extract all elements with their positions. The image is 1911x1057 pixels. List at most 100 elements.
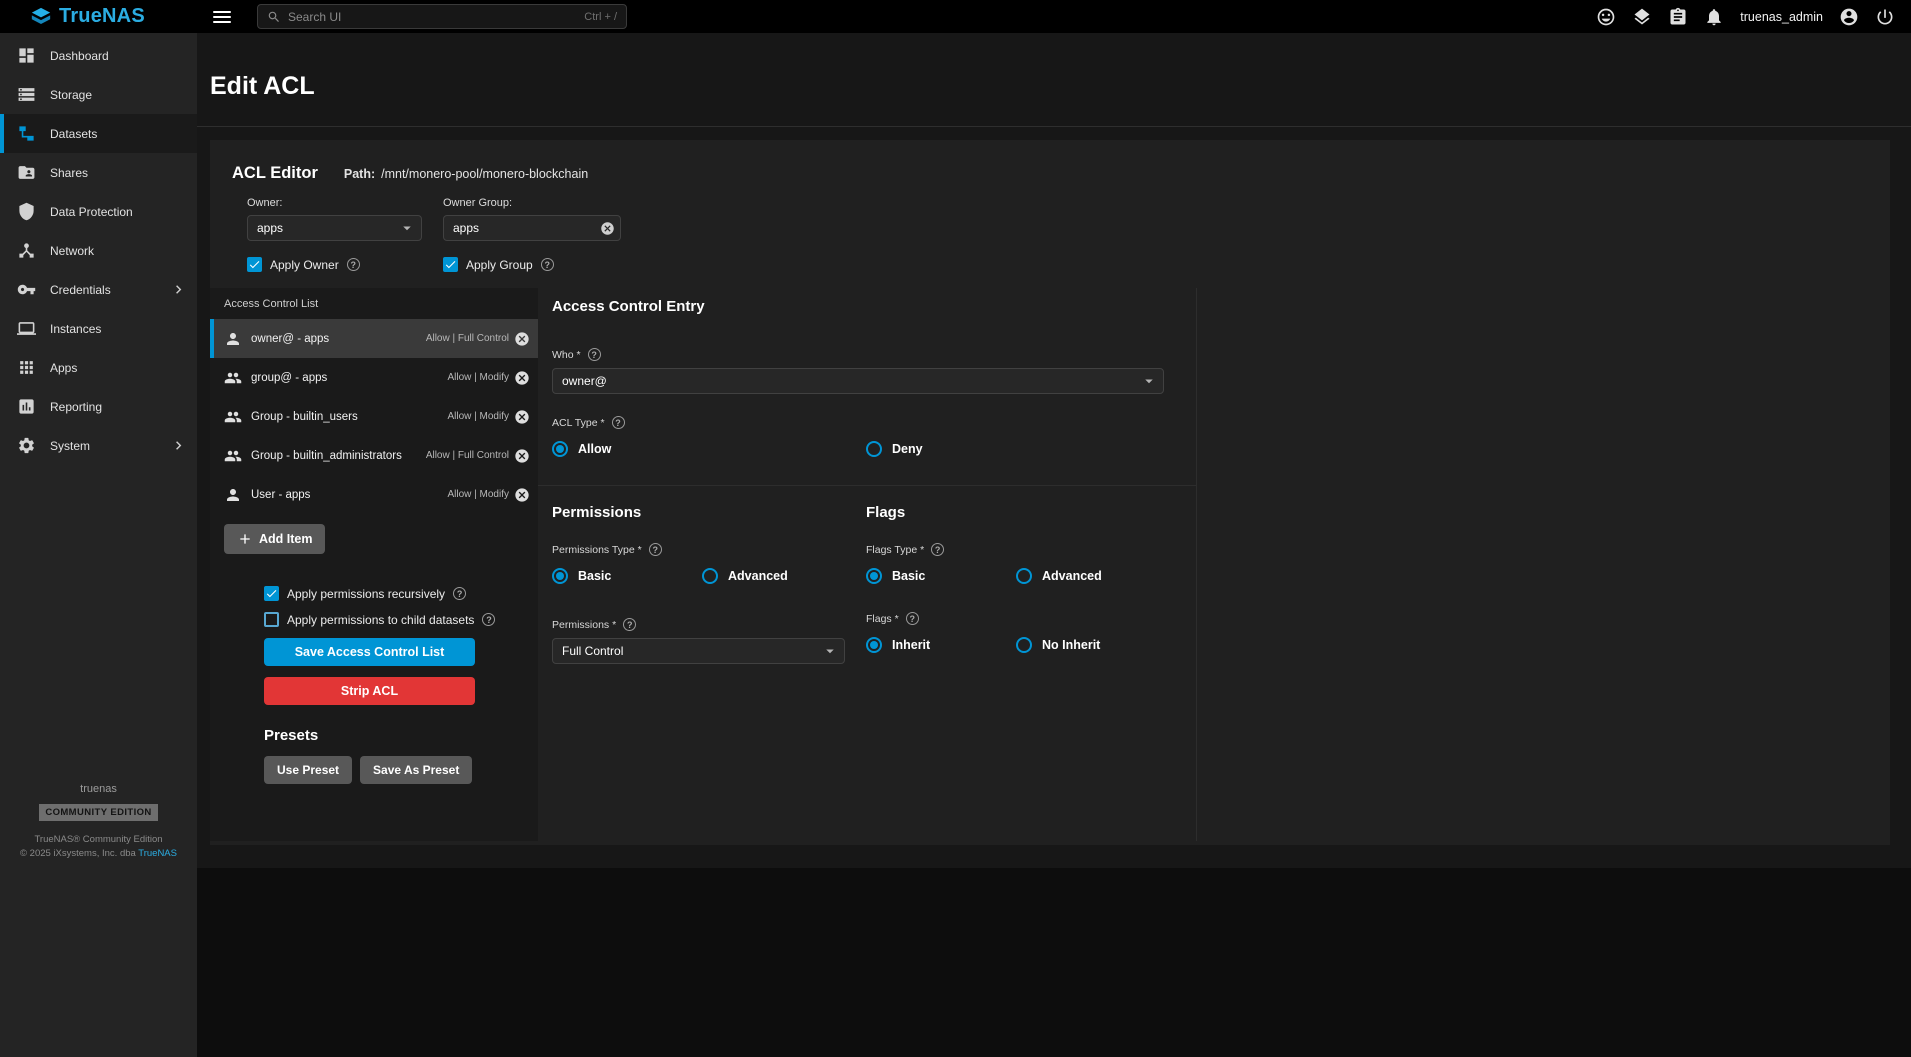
radio-flags-basic[interactable]: Basic	[866, 568, 1016, 584]
hamburger-bar	[213, 16, 231, 18]
acl-entry-name: User - apps	[251, 489, 310, 501]
search-icon	[267, 10, 281, 24]
main-area: Edit ACL ACL Editor Path:/mnt/monero-poo…	[197, 33, 1911, 1057]
remove-entry-icon[interactable]	[514, 409, 530, 425]
help-icon[interactable]: ?	[649, 543, 662, 556]
help-icon[interactable]: ?	[623, 618, 636, 631]
sidebar-item-instances[interactable]: Instances	[0, 309, 197, 348]
radio-deny[interactable]: Deny	[866, 441, 1196, 457]
group-icon	[224, 447, 242, 465]
search-input[interactable]	[288, 10, 577, 24]
acl-entry[interactable]: Group - builtin_administrators Allow | F…	[210, 436, 538, 475]
child-datasets-checkbox[interactable]	[264, 612, 279, 627]
sidebar-item-system[interactable]: System	[0, 426, 197, 465]
sidebar-item-reporting[interactable]: Reporting	[0, 387, 197, 426]
tasks-clipboard-icon[interactable]	[1668, 7, 1688, 27]
radio-no-inherit[interactable]: No Inherit	[1016, 637, 1196, 653]
help-icon[interactable]: ?	[588, 348, 601, 361]
who-select[interactable]: owner@	[552, 368, 1164, 394]
child-datasets-checkbox-row: Apply permissions to child datasets ?	[264, 612, 484, 627]
content-region: Edit ACL ACL Editor Path:/mnt/monero-poo…	[197, 33, 1911, 868]
save-acl-button[interactable]: Save Access Control List	[264, 638, 475, 666]
account-circle-icon[interactable]	[1839, 7, 1859, 27]
datasets-tree-icon	[17, 124, 36, 143]
help-icon[interactable]: ?	[906, 612, 919, 625]
acl-entry-name: group@ - apps	[251, 372, 327, 384]
help-icon[interactable]: ?	[931, 543, 944, 556]
path-value: /mnt/monero-pool/monero-blockchain	[381, 167, 588, 181]
apply-group-checkbox[interactable]	[443, 257, 458, 272]
radio-flags-advanced[interactable]: Advanced	[1016, 568, 1196, 584]
recursive-checkbox[interactable]	[264, 586, 279, 601]
apply-group-label: Apply Group	[466, 258, 533, 272]
owner-select[interactable]: apps	[247, 215, 422, 241]
remove-entry-icon[interactable]	[514, 448, 530, 464]
radio-label: Inherit	[892, 638, 930, 652]
feedback-smiley-icon[interactable]	[1596, 7, 1616, 27]
acl-entry[interactable]: Group - builtin_users Allow | Modify	[210, 397, 538, 436]
help-icon[interactable]: ?	[453, 587, 466, 600]
radio-permissions-advanced[interactable]: Advanced	[702, 568, 866, 584]
remove-entry-icon[interactable]	[514, 370, 530, 386]
app-window: TrueNAS Ctrl + / truenas_admin Dash	[0, 0, 1911, 1057]
truenas-brand[interactable]: TrueNAS	[0, 5, 197, 28]
help-icon[interactable]: ?	[541, 258, 554, 271]
sidebar-item-label: Reporting	[50, 400, 102, 414]
permissions-select[interactable]: Full Control	[552, 638, 845, 664]
remove-entry-icon[interactable]	[514, 487, 530, 503]
chevron-right-icon	[170, 281, 187, 298]
acl-entry[interactable]: group@ - apps Allow | Modify	[210, 358, 538, 397]
radio-circle	[552, 568, 568, 584]
chevron-down-icon	[398, 219, 416, 237]
strip-acl-button[interactable]: Strip ACL	[264, 677, 475, 705]
radio-label: Deny	[892, 442, 923, 456]
radio-label: Advanced	[1042, 569, 1102, 583]
acl-type-label: ACL Type *	[552, 417, 605, 429]
radio-permissions-basic[interactable]: Basic	[552, 568, 702, 584]
flags-heading: Flags	[866, 504, 1196, 521]
alerts-bell-icon[interactable]	[1704, 7, 1724, 27]
flags-section: Flags Flags Type * ? Basic	[866, 486, 1196, 664]
copyright-brand-link[interactable]: TrueNAS	[138, 848, 177, 859]
add-item-button[interactable]: Add Item	[224, 524, 325, 554]
flags-label: Flags *	[866, 613, 899, 625]
flags-type-radio-group: Basic Advanced	[866, 568, 1196, 584]
acl-editor-heading: ACL Editor	[232, 164, 318, 183]
use-preset-button[interactable]: Use Preset	[264, 756, 352, 784]
power-icon[interactable]	[1875, 7, 1895, 27]
sidebar-item-network[interactable]: Network	[0, 231, 197, 270]
acl-entry-name: owner@ - apps	[251, 333, 329, 345]
help-icon[interactable]: ?	[347, 258, 360, 271]
radio-allow[interactable]: Allow	[552, 441, 866, 457]
sidebar-nav: Dashboard Storage Datasets Shares Data P…	[0, 33, 197, 1057]
radio-label: Basic	[578, 569, 611, 583]
community-edition-badge: COMMUNITY EDITION	[39, 804, 157, 821]
sidebar-item-label: Apps	[50, 361, 77, 375]
help-icon[interactable]: ?	[482, 613, 495, 626]
sidenav-toggle-button[interactable]	[213, 8, 235, 26]
jobs-layers-icon[interactable]	[1632, 7, 1652, 27]
clear-icon[interactable]	[600, 221, 615, 236]
apply-owner-row: Apply Owner ?	[247, 257, 422, 272]
sidebar-item-datasets[interactable]: Datasets	[0, 114, 197, 153]
permissions-heading: Permissions	[552, 504, 866, 521]
remove-entry-icon[interactable]	[514, 331, 530, 347]
sidebar-item-data-protection[interactable]: Data Protection	[0, 192, 197, 231]
apply-owner-checkbox[interactable]	[247, 257, 262, 272]
owner-field-col: Owner: apps Apply Owner ?	[247, 197, 422, 272]
apps-grid-icon	[17, 358, 36, 377]
sidebar-item-credentials[interactable]: Credentials	[0, 270, 197, 309]
sidebar-item-dashboard[interactable]: Dashboard	[0, 36, 197, 75]
sidebar-item-apps[interactable]: Apps	[0, 348, 197, 387]
sidebar-item-storage[interactable]: Storage	[0, 75, 197, 114]
radio-inherit[interactable]: Inherit	[866, 637, 1016, 653]
owner-group-input[interactable]	[453, 221, 600, 235]
acl-entry[interactable]: User - apps Allow | Modify	[210, 475, 538, 514]
radio-circle	[866, 637, 882, 653]
edition-text: TrueNAS® Community Edition	[0, 834, 197, 845]
global-search[interactable]: Ctrl + /	[257, 4, 627, 29]
acl-entry[interactable]: owner@ - apps Allow | Full Control	[210, 319, 538, 358]
sidebar-item-shares[interactable]: Shares	[0, 153, 197, 192]
help-icon[interactable]: ?	[612, 416, 625, 429]
save-as-preset-button[interactable]: Save As Preset	[360, 756, 472, 784]
